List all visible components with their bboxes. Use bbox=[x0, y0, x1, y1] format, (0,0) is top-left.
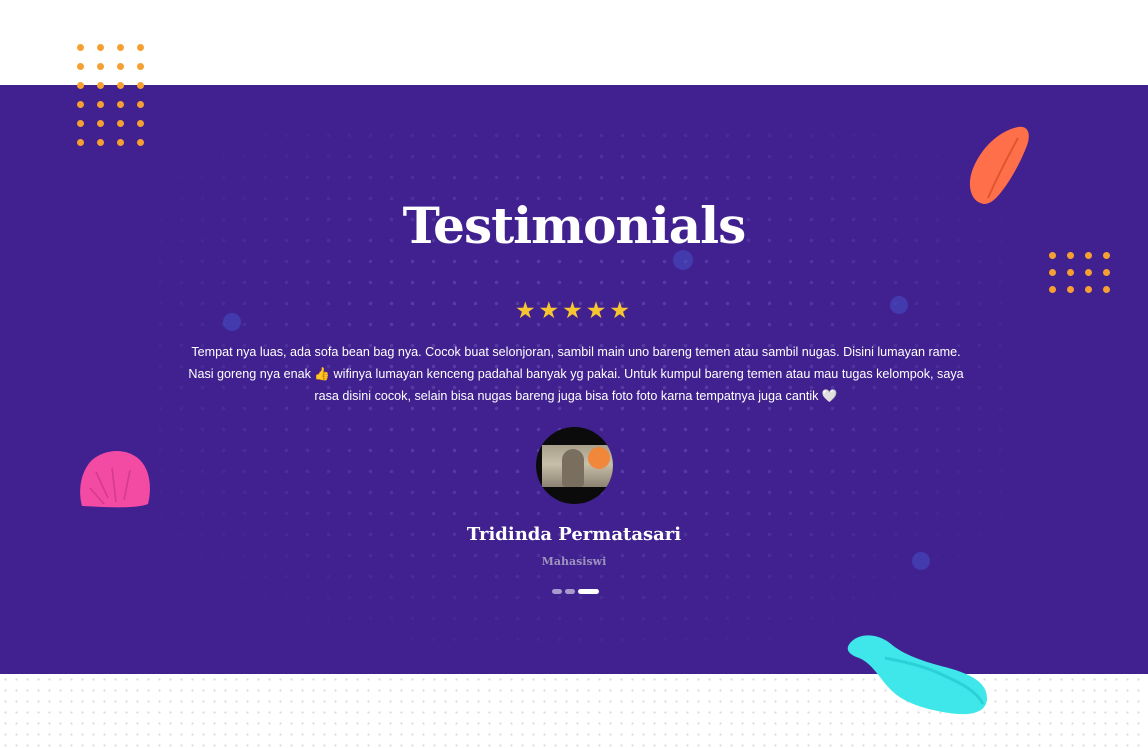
testimonial-text: Tempat nya luas, ada sofa bean bag nya. … bbox=[186, 341, 966, 407]
avatar-person bbox=[562, 449, 584, 487]
orange-dot-grid-left bbox=[77, 44, 144, 146]
cyan-blob-shape bbox=[847, 635, 987, 715]
top-white-area bbox=[0, 0, 1148, 85]
avatar-orange-object bbox=[588, 447, 610, 469]
reviewer-name: Tridinda Permatasari bbox=[466, 524, 682, 545]
section-title: Testimonials bbox=[402, 196, 747, 255]
orange-dot-grid-right bbox=[1049, 252, 1110, 293]
testimonial-text-line: rasa disini cocok, selain bisa nugas bar… bbox=[314, 389, 838, 403]
testimonial-text-line: Tempat nya luas, ada sofa bean bag nya. … bbox=[191, 345, 961, 359]
pagination-dot[interactable] bbox=[552, 589, 562, 594]
reviewer-role: Mahasiswi bbox=[541, 555, 607, 568]
rating-stars: ★★★★★ bbox=[514, 297, 634, 323]
testimonial-text-line: Nasi goreng nya enak 👍 wifinya lumayan k… bbox=[188, 367, 964, 381]
pink-fan-shape bbox=[80, 451, 150, 508]
pagination-dot[interactable] bbox=[565, 589, 575, 594]
pagination-dot-active[interactable] bbox=[578, 589, 599, 594]
carousel-pagination bbox=[552, 589, 599, 594]
avatar bbox=[536, 427, 613, 504]
